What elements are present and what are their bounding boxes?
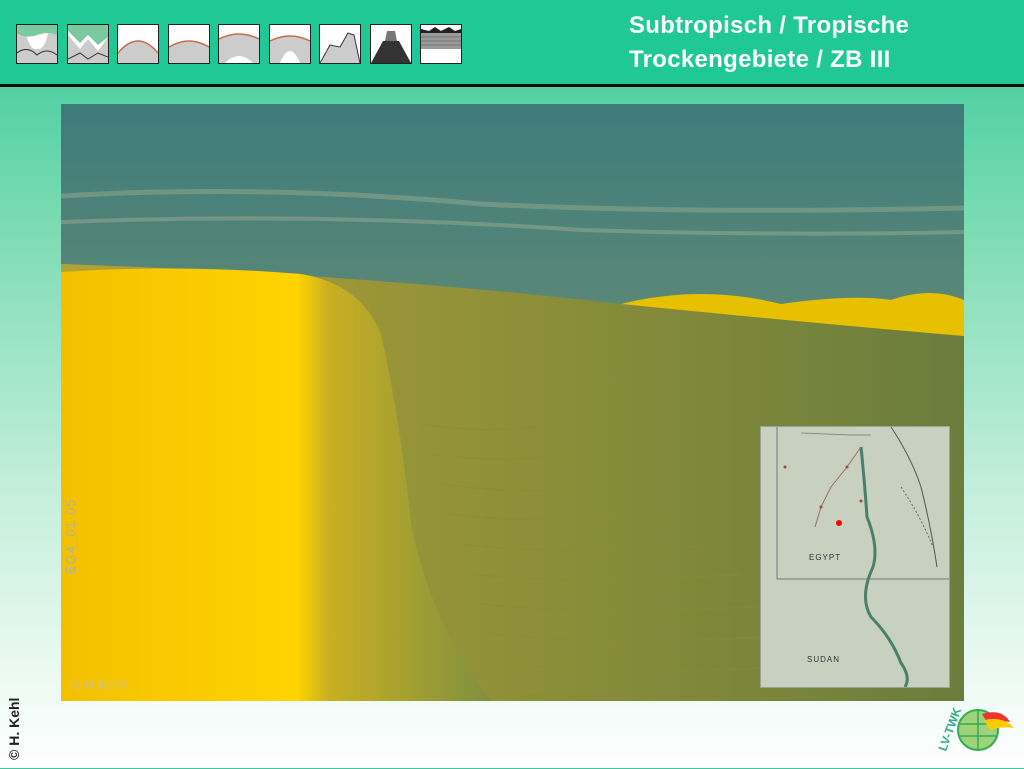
photo-credit-label: © H.Kehl <box>71 678 128 692</box>
zonobiome-icon-strip <box>16 24 471 64</box>
photo-code-label: EG4_01-05 <box>63 498 78 575</box>
zb-2-icon[interactable] <box>66 24 109 64</box>
zb-7-icon[interactable] <box>319 24 361 64</box>
zb-4-icon[interactable] <box>167 24 210 64</box>
zb-1-icon[interactable] <box>16 24 58 64</box>
location-map-inset: EGYPT SUDAN <box>760 426 950 688</box>
zb-9-icon[interactable] <box>420 24 462 64</box>
copyright-label: © H. Kehl <box>6 697 22 760</box>
lv-twk-logo[interactable]: LV-TWK <box>918 694 1022 764</box>
zb-5-icon[interactable] <box>218 24 260 64</box>
zb-6-icon[interactable] <box>268 24 311 64</box>
location-marker-icon <box>836 520 842 526</box>
map-label-sudan: SUDAN <box>807 655 841 664</box>
header-bar: Subtropisch / Tropische Trockengebiete /… <box>0 0 1024 87</box>
egypt-sudan-map <box>761 427 949 687</box>
map-label-egypt: EGYPT <box>809 553 842 562</box>
zb-3-icon[interactable] <box>117 24 159 64</box>
page-title: Subtropisch / Tropische Trockengebiete /… <box>629 12 910 73</box>
zb-8-icon[interactable] <box>369 24 412 64</box>
